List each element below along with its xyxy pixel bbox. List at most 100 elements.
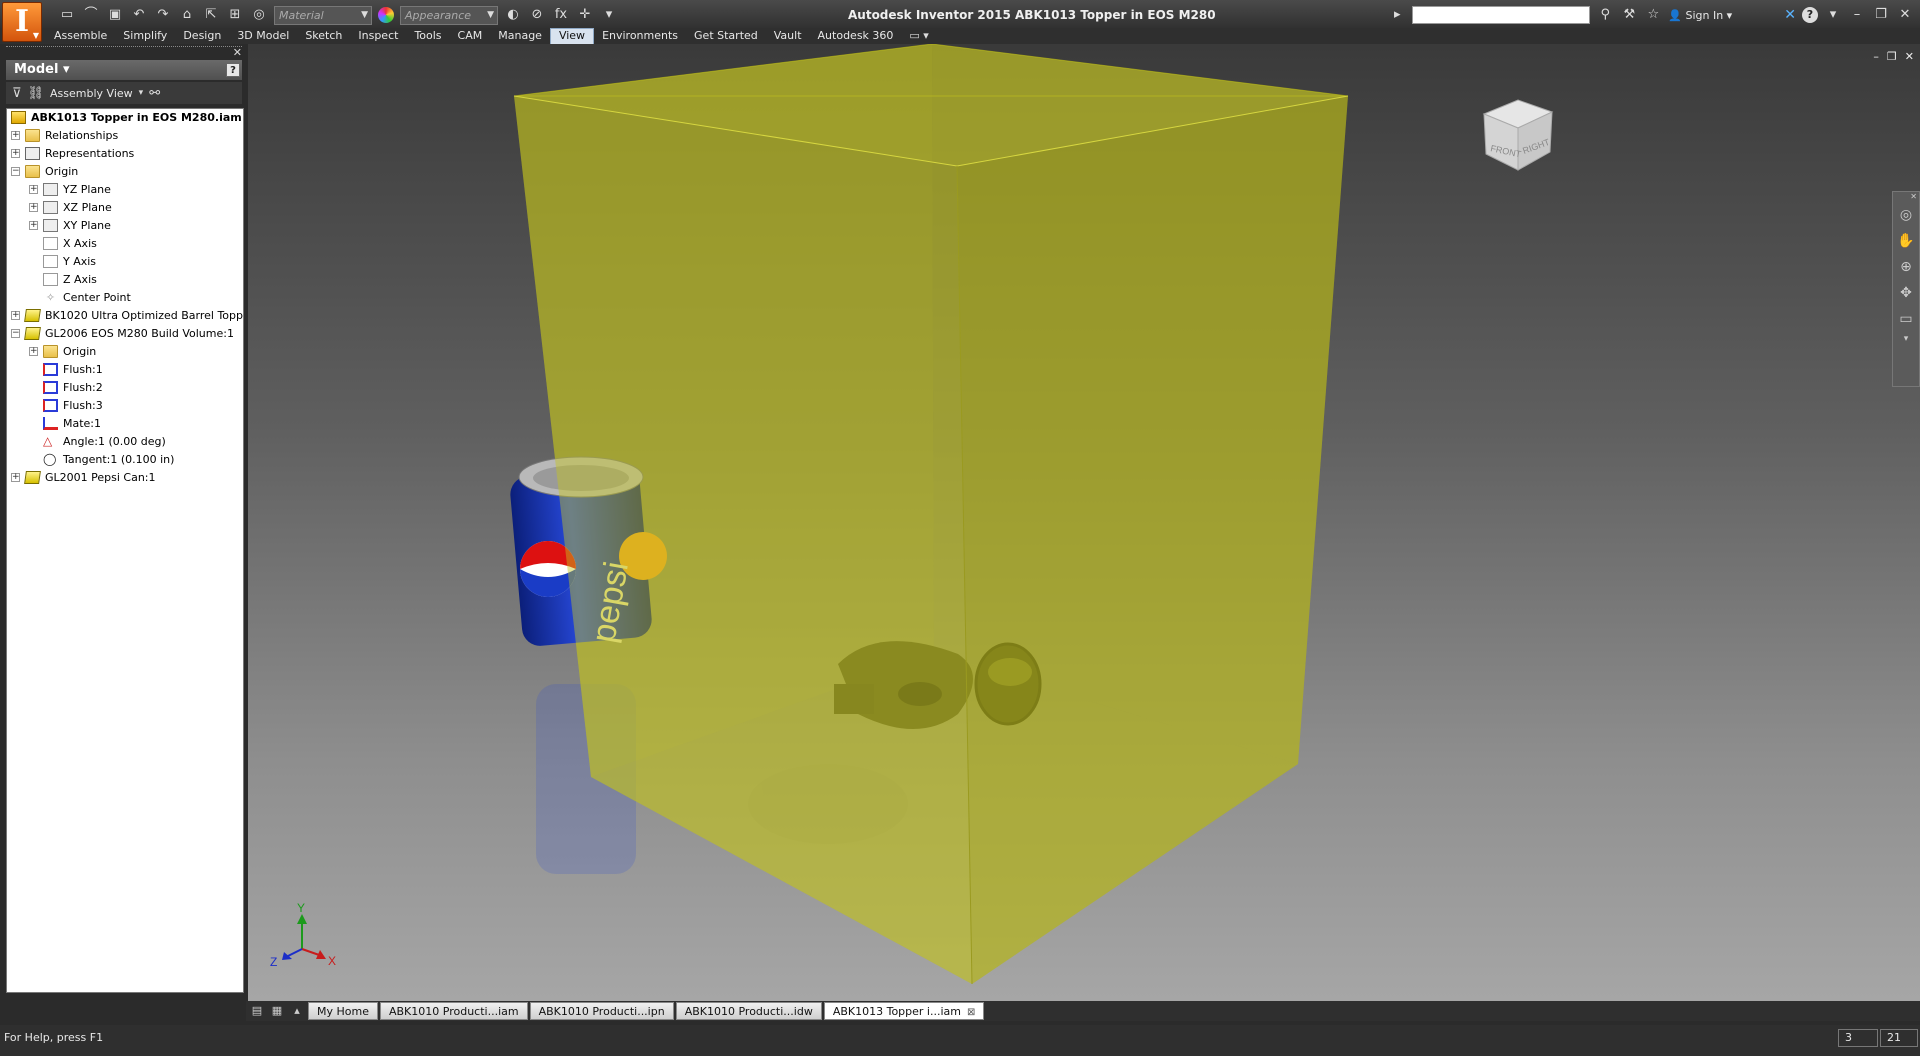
chevron-down-icon[interactable]: ▾ xyxy=(1893,332,1919,346)
return-icon[interactable]: ⇱ xyxy=(202,6,220,24)
ribbon-tab-view[interactable]: View xyxy=(549,28,595,44)
assembly-view-select[interactable]: Assembly View xyxy=(50,87,133,100)
tree-node[interactable]: △ Angle:1 (0.00 deg) xyxy=(7,433,243,451)
graphics-viewport[interactable]: pepsi Y X Z FRONT RIGHT – ❐ ✕ ✕ ◎ ✋ ⊕ ✥ … xyxy=(248,44,1920,1001)
ribbon-tab-environments[interactable]: Environments xyxy=(594,28,686,44)
favorites-star-icon[interactable]: ☆ xyxy=(1644,6,1662,24)
minimize-icon[interactable]: – xyxy=(1873,50,1879,63)
ribbon-tab-assemble[interactable]: Assemble xyxy=(46,28,115,44)
tree-node[interactable]: + YZ Plane xyxy=(7,181,243,199)
ribbon-tab-cam[interactable]: CAM xyxy=(450,28,491,44)
ribbon-tab-tools[interactable]: Tools xyxy=(406,28,449,44)
chevron-down-icon[interactable]: ▾ xyxy=(139,88,144,98)
document-tab[interactable]: ABK1013 Topper i...iam ⊠ xyxy=(823,1002,985,1020)
chevron-right-icon[interactable]: ▸ xyxy=(1388,6,1406,24)
close-icon[interactable]: ✕ xyxy=(233,46,242,59)
home-icon[interactable]: ⌂ xyxy=(178,6,196,24)
help-search-input[interactable] xyxy=(1412,6,1591,24)
customize-qat-icon[interactable]: ▾ xyxy=(600,6,618,24)
sign-in-button[interactable]: 👤 Sign In ▾ xyxy=(1668,9,1778,22)
tree-node[interactable]: Flush:3 xyxy=(7,397,243,415)
help-icon[interactable]: ? xyxy=(1802,7,1818,23)
document-tab[interactable]: ABK1010 Producti...iam xyxy=(379,1002,528,1020)
expand-icon[interactable]: + xyxy=(11,131,20,140)
panel-grip[interactable] xyxy=(6,46,242,54)
ribbon-tab-sketch[interactable]: Sketch xyxy=(297,28,350,44)
tree-node[interactable]: + XZ Plane xyxy=(7,199,243,217)
adjust-appearance-icon[interactable]: ◐ xyxy=(504,6,522,24)
tree-node[interactable]: + Origin xyxy=(7,343,243,361)
tree-node[interactable]: + Representations xyxy=(7,145,243,163)
measure-icon[interactable]: ✛ xyxy=(576,6,594,24)
minimize-icon[interactable]: – xyxy=(1848,6,1866,24)
close-icon[interactable]: ✕ xyxy=(1905,50,1914,63)
close-icon[interactable]: ✕ xyxy=(1910,192,1917,201)
pan-hand-icon[interactable]: ✋ xyxy=(1893,228,1919,254)
open-folder-icon[interactable]: ⌒ xyxy=(82,6,100,24)
new-file-icon[interactable]: ▭ xyxy=(58,6,76,24)
steering-wheel-icon[interactable]: ◎ xyxy=(1893,202,1919,228)
redo-icon[interactable]: ↷ xyxy=(154,6,172,24)
tree-node[interactable]: − Origin xyxy=(7,163,243,181)
collapse-icon[interactable]: − xyxy=(11,329,20,338)
browser-help-icon[interactable]: ? xyxy=(226,63,240,77)
cascade-windows-icon[interactable]: ▦ xyxy=(268,1002,286,1020)
clear-appearance-icon[interactable]: ⊘ xyxy=(528,6,546,24)
expand-icon[interactable]: + xyxy=(11,473,20,482)
tree-node[interactable]: X Axis xyxy=(7,235,243,253)
viewcube[interactable]: FRONT RIGHT xyxy=(1482,99,1554,171)
ribbon-tab-get-started[interactable]: Get Started xyxy=(686,28,766,44)
tree-node[interactable]: + GL2001 Pepsi Can:1 xyxy=(7,469,243,487)
tree-node[interactable]: + XY Plane xyxy=(7,217,243,235)
expand-icon[interactable]: + xyxy=(29,203,38,212)
tab-menu-icon[interactable]: ▴ xyxy=(288,1002,306,1020)
tree-node[interactable]: ◯ Tangent:1 (0.100 in) xyxy=(7,451,243,469)
expand-icon[interactable]: + xyxy=(11,311,20,320)
filter-icon[interactable]: ⊽ xyxy=(12,86,22,101)
tree-node[interactable]: Y Axis xyxy=(7,253,243,271)
parameters-icon[interactable]: fx xyxy=(552,6,570,24)
ribbon-tab-design[interactable]: Design xyxy=(175,28,229,44)
tree-node[interactable]: Flush:1 xyxy=(7,361,243,379)
close-tab-icon[interactable]: ⊠ xyxy=(967,1007,975,1018)
tree-node[interactable]: Flush:2 xyxy=(7,379,243,397)
subscription-icon[interactable]: ⚒ xyxy=(1620,6,1638,24)
select-icon[interactable]: ⊞ xyxy=(226,6,244,24)
document-tab[interactable]: ABK1010 Producti...ipn xyxy=(529,1002,674,1020)
exchange-apps-icon[interactable]: ✕ xyxy=(1784,7,1796,23)
expand-icon[interactable]: + xyxy=(29,185,38,194)
undo-icon[interactable]: ↶ xyxy=(130,6,148,24)
orbit-icon[interactable]: ✥ xyxy=(1893,280,1919,306)
expand-icon[interactable]: + xyxy=(29,221,38,230)
browser-title-menu[interactable]: Model ▾ ? xyxy=(6,60,242,80)
material-select[interactable]: Material ▼ xyxy=(274,5,372,25)
ribbon-tab-inspect[interactable]: Inspect xyxy=(350,28,406,44)
ribbon-tab-autodesk-360[interactable]: Autodesk 360 xyxy=(810,28,902,44)
update-icon[interactable]: ◎ xyxy=(250,6,268,24)
tree-node[interactable]: + BK1020 Ultra Optimized Barrel Topper:1 xyxy=(7,307,243,325)
tree-node[interactable]: + Relationships xyxy=(7,127,243,145)
binoculars-icon[interactable]: ⚲ xyxy=(1596,6,1614,24)
look-at-icon[interactable]: ▭ xyxy=(1893,306,1919,332)
ribbon-tab-vault[interactable]: Vault xyxy=(766,28,810,44)
ribbon-tab-3d-model[interactable]: 3D Model xyxy=(229,28,297,44)
close-icon[interactable]: ✕ xyxy=(1896,6,1914,24)
collapse-icon[interactable]: − xyxy=(11,167,20,176)
application-menu-button[interactable]: I ▼ xyxy=(2,2,42,42)
ribbon-minimize-icon[interactable]: ▭ ▾ xyxy=(901,28,936,44)
chevron-down-icon[interactable]: ▾ xyxy=(1824,6,1842,24)
tree-node[interactable]: Mate:1 xyxy=(7,415,243,433)
find-binoculars-icon[interactable]: ⚯ xyxy=(149,86,160,101)
tree-node[interactable]: Z Axis xyxy=(7,271,243,289)
tile-windows-icon[interactable]: ▤ xyxy=(248,1002,266,1020)
appearance-select[interactable]: Appearance ▼ xyxy=(400,5,498,25)
restore-icon[interactable]: ❐ xyxy=(1872,6,1890,24)
document-tab[interactable]: ABK1010 Producti...idw xyxy=(675,1002,822,1020)
expand-icon[interactable]: + xyxy=(29,347,38,356)
zoom-icon[interactable]: ⊕ xyxy=(1893,254,1919,280)
expand-icon[interactable]: + xyxy=(11,149,20,158)
ribbon-tab-manage[interactable]: Manage xyxy=(490,28,550,44)
tree-node[interactable]: ✧ Center Point xyxy=(7,289,243,307)
tree-node[interactable]: − GL2006 EOS M280 Build Volume:1 xyxy=(7,325,243,343)
document-tab[interactable]: My Home xyxy=(308,1002,378,1020)
